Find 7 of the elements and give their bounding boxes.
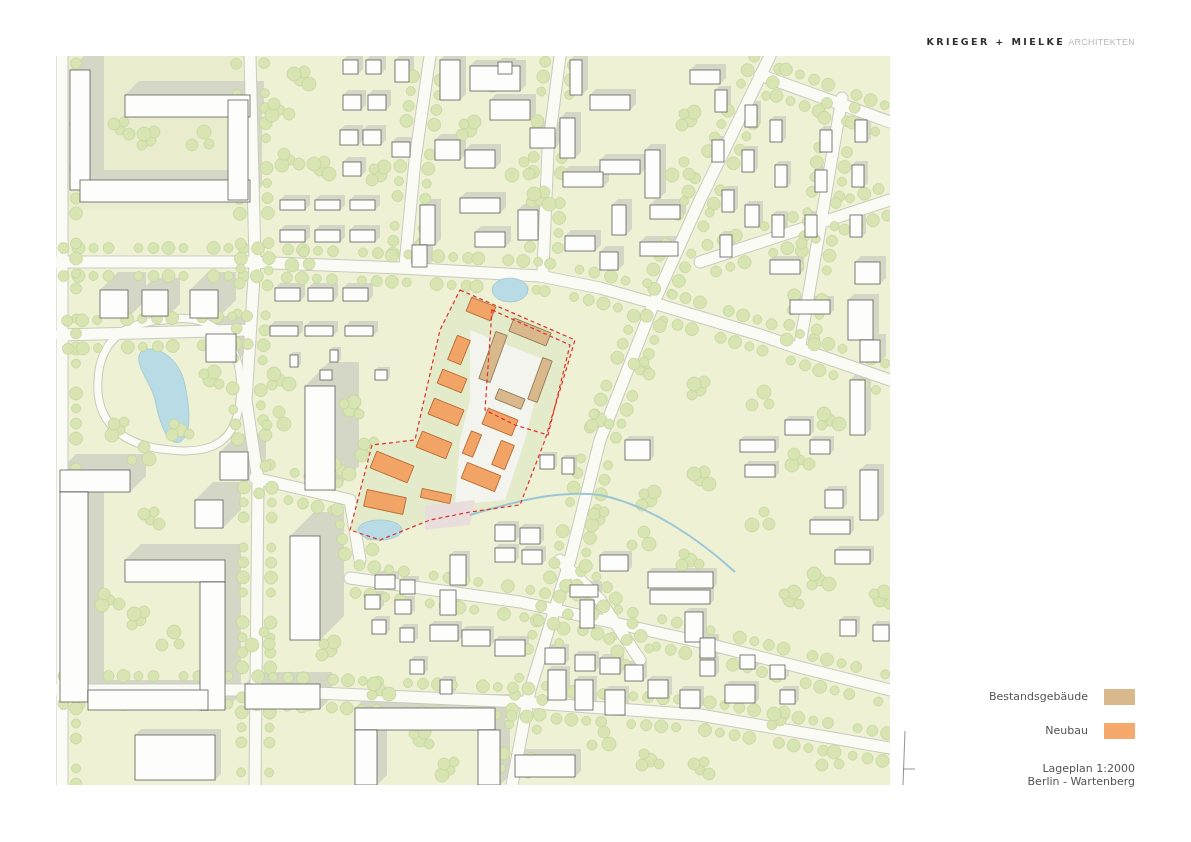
legend-label: Bestandsgebäude <box>989 690 1088 704</box>
caption-text: Berlin - Wartenberg <box>1027 775 1135 788</box>
legend-label: Neubau <box>1045 724 1088 738</box>
logo-wordmark: KRIEGER + MIELKE <box>926 36 1066 48</box>
caption-text: Lageplan 1:2000 <box>1042 762 1135 775</box>
north-arrow-icon <box>902 731 916 785</box>
logo-subtitle: ARCHITEKTEN <box>1068 36 1135 48</box>
